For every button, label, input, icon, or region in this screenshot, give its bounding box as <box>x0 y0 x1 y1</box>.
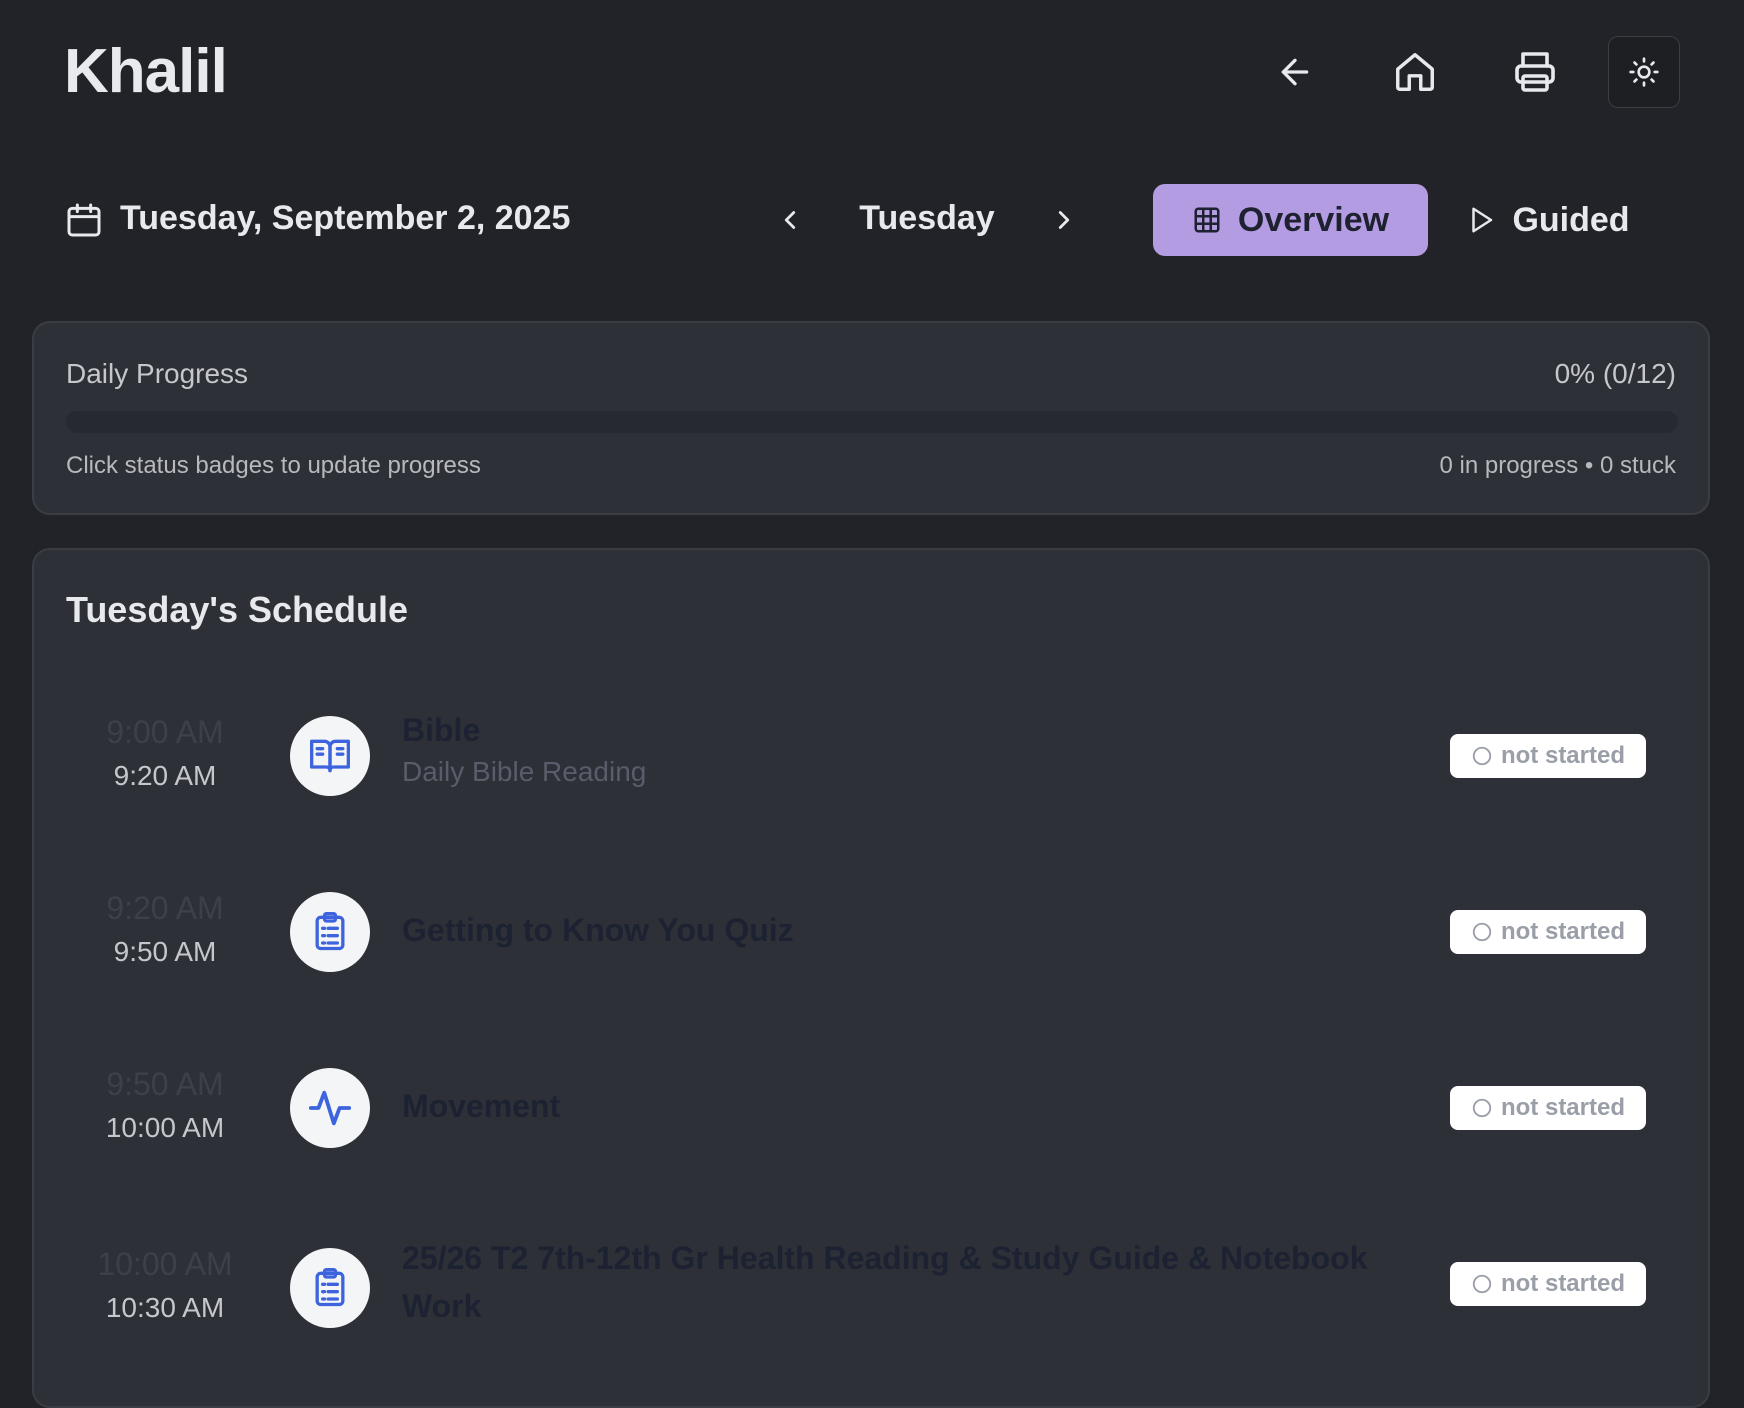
home-icon <box>1396 53 1434 91</box>
clipboard-list-icon <box>315 1268 345 1307</box>
daily-progress-card: Daily Progress 0% (0/12) Click status ba… <box>32 321 1710 515</box>
schedule-item[interactable]: 9:20 AM 9:50 AM Getting to Know You Quiz… <box>34 876 1710 996</box>
current-date: Tuesday, September 2, 2025 <box>120 199 571 237</box>
print-button[interactable] <box>1499 36 1571 108</box>
subject-icon-circle <box>290 892 370 972</box>
time-range: 9:20 AM 9:50 AM <box>90 888 240 972</box>
subject-title: 25/26 T2 7th-12th Gr Health Reading & St… <box>402 1240 1368 1324</box>
subject-icon-circle <box>290 1248 370 1328</box>
time-range: 9:50 AM 10:00 AM <box>90 1064 240 1148</box>
subject-subtitle: Daily Bible Reading <box>402 756 647 787</box>
clipboard-list-icon <box>315 912 345 951</box>
status-badge[interactable]: not started <box>1450 910 1646 954</box>
guided-label: Guided <box>1512 200 1630 239</box>
status-label: not started <box>1500 742 1625 769</box>
home-button[interactable] <box>1379 36 1451 108</box>
progress-value: 0% (0/12) <box>1554 358 1676 389</box>
play-icon <box>1472 207 1493 233</box>
status-badge[interactable]: not started <box>1450 1262 1646 1306</box>
status-badge[interactable]: not started <box>1450 1086 1646 1130</box>
theme-toggle-button[interactable] <box>1608 36 1680 108</box>
chevron-left-icon <box>784 211 796 229</box>
schedule-item[interactable]: 9:50 AM 10:00 AM Movement not started <box>34 1052 1710 1172</box>
overview-label: Overview <box>1237 200 1390 239</box>
printer-icon <box>1515 52 1555 92</box>
empty-circle-icon <box>1472 746 1492 766</box>
chevron-right-icon <box>1058 211 1070 229</box>
overview-mode-button[interactable]: Overview <box>1153 184 1428 256</box>
start-time: 9:50 AM <box>106 1066 224 1102</box>
time-range: 10:00 AM 10:30 AM <box>90 1244 240 1328</box>
empty-circle-icon <box>1472 922 1492 942</box>
arrow-left-icon <box>1281 58 1309 86</box>
status-label: not started <box>1500 1094 1625 1121</box>
end-time: 9:20 AM <box>113 760 217 791</box>
sun-icon <box>1629 57 1659 87</box>
subject-icon-circle <box>290 716 370 796</box>
schedule-card: Tuesday's Schedule 9:00 AM 9:20 AM Bible… <box>32 548 1710 1408</box>
progress-stats: 0 in progress • 0 stuck <box>1439 452 1676 479</box>
progress-bar <box>66 411 1678 433</box>
app-header: Khalil <box>0 0 1744 148</box>
subject-icon-circle <box>290 1068 370 1148</box>
next-day-button[interactable] <box>1042 198 1086 242</box>
status-label: not started <box>1500 1270 1625 1297</box>
app-title: Khalil <box>64 37 228 106</box>
progress-title: Daily Progress <box>66 358 249 389</box>
activity-pulse-icon <box>308 1090 352 1126</box>
start-time: 10:00 AM <box>97 1246 233 1282</box>
subject-title: Getting to Know You Quiz <box>402 912 794 948</box>
schedule-item[interactable]: 10:00 AM 10:30 AM 25/26 T2 7th-12th Gr H… <box>34 1232 1710 1352</box>
start-time: 9:20 AM <box>106 890 224 926</box>
time-range: 9:00 AM 9:20 AM <box>90 712 240 796</box>
end-time: 9:50 AM <box>113 936 217 967</box>
calendar-icon <box>67 203 101 237</box>
day-name: Tuesday <box>859 199 995 237</box>
subject-title: Bible <box>402 712 481 748</box>
empty-circle-icon <box>1472 1274 1492 1294</box>
open-book-icon <box>310 739 350 773</box>
schedule-item[interactable]: 9:00 AM 9:20 AM Bible Daily Bible Readin… <box>34 700 1710 820</box>
back-button[interactable] <box>1259 36 1331 108</box>
previous-day-button[interactable] <box>768 198 812 242</box>
guided-mode-button[interactable]: Guided <box>1458 184 1638 256</box>
end-time: 10:00 AM <box>105 1112 225 1143</box>
start-time: 9:00 AM <box>106 714 224 750</box>
status-label: not started <box>1500 918 1625 945</box>
date-navigation-bar: Tuesday, September 2, 2025 Tuesday Overv… <box>0 182 1744 258</box>
grid-icon <box>1194 207 1220 233</box>
progress-hint: Click status badges to update progress <box>66 452 481 479</box>
empty-circle-icon <box>1472 1098 1492 1118</box>
status-badge[interactable]: not started <box>1450 734 1646 778</box>
end-time: 10:30 AM <box>105 1292 225 1323</box>
schedule-title: Tuesday's Schedule <box>66 589 409 630</box>
subject-title: Movement <box>402 1088 561 1124</box>
